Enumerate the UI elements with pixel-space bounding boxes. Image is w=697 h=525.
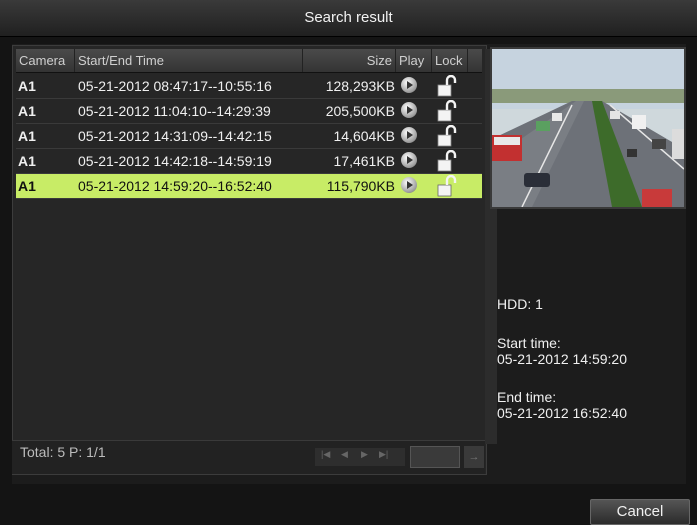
window-title: Search result xyxy=(0,0,697,37)
first-page-icon[interactable]: |◀ xyxy=(321,449,330,460)
video-preview xyxy=(490,47,686,209)
play-icon[interactable] xyxy=(401,77,417,93)
lock-toggle[interactable] xyxy=(436,99,458,124)
lock-toggle[interactable] xyxy=(436,174,458,199)
cancel-button[interactable]: Cancel xyxy=(590,499,690,525)
table-body: A1 05-21-2012 08:47:17--10:55:16 128,293… xyxy=(16,74,482,199)
cell-size: 17,461KB xyxy=(333,153,396,169)
cell-camera: A1 xyxy=(18,178,36,194)
cell-size: 205,500KB xyxy=(325,103,395,119)
cell-time: 05-21-2012 08:47:17--10:55:16 xyxy=(78,78,272,94)
play-button[interactable] xyxy=(401,126,421,150)
search-results-table: Camera Start/End Time Size Play Lock A1 … xyxy=(12,45,497,475)
play-icon[interactable] xyxy=(401,127,417,143)
table-row[interactable]: A1 05-21-2012 14:42:18--14:59:19 17,461K… xyxy=(16,149,482,174)
table-row[interactable]: A1 05-21-2012 08:47:17--10:55:16 128,293… xyxy=(16,74,482,99)
cell-size: 115,790KB xyxy=(326,178,395,194)
header-camera[interactable]: Camera xyxy=(16,49,75,72)
cell-time: 05-21-2012 14:42:18--14:59:19 xyxy=(78,153,272,169)
play-button[interactable] xyxy=(401,176,421,200)
table-row[interactable]: A1 05-21-2012 14:31:09--14:42:15 14,604K… xyxy=(16,124,482,149)
cell-camera: A1 xyxy=(18,153,36,169)
play-icon[interactable] xyxy=(401,152,417,168)
cell-camera: A1 xyxy=(18,103,36,119)
last-page-icon[interactable]: ▶| xyxy=(379,449,388,460)
start-time-label: Start time: xyxy=(497,335,561,351)
play-button[interactable] xyxy=(401,76,421,100)
header-play[interactable]: Play xyxy=(396,49,432,72)
table-row[interactable]: A1 05-21-2012 11:04:10--14:29:39 205,500… xyxy=(16,99,482,124)
play-icon[interactable] xyxy=(401,102,417,118)
cell-camera: A1 xyxy=(18,128,36,144)
unlocked-icon[interactable] xyxy=(436,174,458,197)
cell-time: 05-21-2012 14:59:20--16:52:40 xyxy=(78,178,272,194)
unlocked-icon[interactable] xyxy=(436,74,458,97)
play-icon[interactable] xyxy=(401,177,417,193)
cell-time: 05-21-2012 11:04:10--14:29:39 xyxy=(78,103,271,119)
header-lock[interactable]: Lock xyxy=(432,49,468,72)
unlocked-icon[interactable] xyxy=(436,124,458,147)
total-count: Total: 5 P: 1/1 xyxy=(20,444,106,460)
table-header: Camera Start/End Time Size Play Lock xyxy=(16,49,482,73)
lock-toggle[interactable] xyxy=(436,149,458,174)
unlocked-icon[interactable] xyxy=(436,149,458,172)
start-time-value: 05-21-2012 14:59:20 xyxy=(497,351,627,367)
table-row-selected[interactable]: A1 05-21-2012 14:59:20--16:52:40 115,790… xyxy=(16,174,482,199)
end-time-value: 05-21-2012 16:52:40 xyxy=(497,405,627,421)
header-size[interactable]: Size xyxy=(303,49,396,72)
play-button[interactable] xyxy=(401,151,421,175)
lock-toggle[interactable] xyxy=(436,124,458,149)
preview-image xyxy=(492,49,684,207)
next-page-icon[interactable]: ▶ xyxy=(361,449,368,460)
cell-size: 14,604KB xyxy=(333,128,396,144)
header-start-end-time[interactable]: Start/End Time xyxy=(75,49,303,72)
end-time-label: End time: xyxy=(497,389,557,405)
lock-toggle[interactable] xyxy=(436,74,458,99)
hdd-label: HDD: 1 xyxy=(497,296,543,312)
table-footer: Total: 5 P: 1/1 |◀ ◀ ▶ ▶| → xyxy=(12,440,485,474)
go-button[interactable]: → xyxy=(464,446,484,468)
cell-size: 128,293KB xyxy=(325,78,395,94)
cell-time: 05-21-2012 14:31:09--14:42:15 xyxy=(78,128,272,144)
prev-page-icon[interactable]: ◀ xyxy=(341,449,348,460)
play-button[interactable] xyxy=(401,101,421,125)
unlocked-icon[interactable] xyxy=(436,99,458,122)
page-number-input[interactable] xyxy=(410,446,460,468)
pagination-controls: |◀ ◀ ▶ ▶| xyxy=(315,448,405,466)
cell-camera: A1 xyxy=(18,78,36,94)
